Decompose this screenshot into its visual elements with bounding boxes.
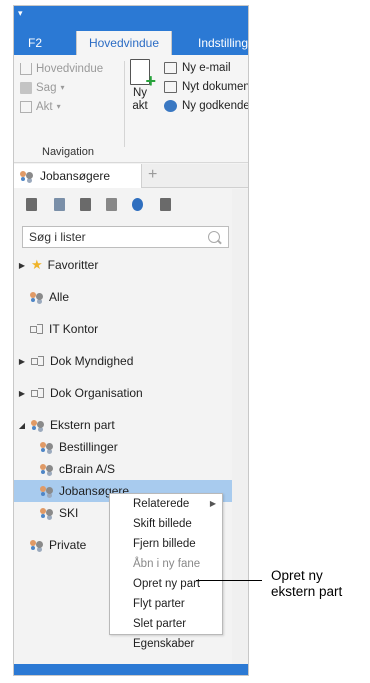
context-menu: Relaterede ▶ Skift billede Fjern billede… [109, 493, 223, 650]
vertical-scrollbar[interactable] [232, 189, 248, 664]
people-icon [40, 441, 54, 453]
people-icon[interactable] [132, 198, 143, 211]
menu-item-fjern-billede[interactable]: Fjern billede [110, 534, 222, 554]
new-document-icon: + [130, 59, 156, 90]
ribbon-separator [124, 61, 125, 147]
nav-akt-button[interactable]: Akt ▾ [20, 99, 61, 115]
add-tab-button[interactable]: + [148, 166, 157, 184]
new-document-button[interactable]: Nyt dokument [164, 78, 248, 96]
people-icon [30, 291, 44, 303]
mail-stack-icon[interactable] [106, 198, 117, 211]
people-icon [40, 485, 54, 497]
document-add-icon [164, 81, 177, 93]
submenu-arrow-icon: ▶ [209, 499, 216, 508]
new-email-button[interactable]: Ny e-mail [164, 59, 231, 77]
org-unit-icon [31, 388, 45, 398]
status-bar [14, 664, 248, 675]
menu-item-slet-parter[interactable]: Slet parter [110, 614, 222, 634]
chevron-down-icon: ▾ [56, 102, 61, 111]
star-icon: ★ [31, 257, 43, 272]
list-icon[interactable] [80, 198, 91, 211]
callout-line [196, 580, 262, 581]
tab-hovedvindue[interactable]: Hovedvindue [76, 31, 172, 55]
people-icon [30, 539, 44, 551]
collapse-arrow-icon[interactable]: ◢ [18, 421, 26, 430]
people-icon [40, 507, 54, 519]
tree-item-alle[interactable]: Alle [30, 287, 69, 307]
document-icon [20, 101, 32, 113]
menu-item-egenskaber[interactable]: Egenskaber [110, 634, 222, 654]
menu-item-opret-ny-part[interactable]: Opret ny part [110, 574, 222, 594]
tree-item-private[interactable]: Private [30, 535, 86, 555]
menu-item-relaterede[interactable]: Relaterede ▶ [110, 494, 222, 514]
people-icon [20, 170, 34, 182]
tree-item-dok-organisation[interactable]: ▶ Dok Organisation [18, 383, 143, 403]
navigation-group-label: Navigation [42, 146, 94, 158]
panel-tabs: Jobansøgere + [14, 164, 248, 188]
people-icon [40, 463, 54, 475]
expand-arrow-icon[interactable]: ▶ [18, 389, 26, 398]
expand-arrow-icon[interactable]: ▶ [18, 357, 26, 366]
menu-item-flyt-parter[interactable]: Flyt parter [110, 594, 222, 614]
nav-hovedvindue-button[interactable]: Hovedvindue [20, 61, 103, 77]
tab-f2[interactable]: F2 [20, 31, 50, 55]
title-bar: ▾ [14, 6, 248, 31]
ribbon-tabs: F2 Hovedvindue Indstillinger [14, 31, 248, 55]
tree-item-ski[interactable]: SKI [40, 503, 78, 523]
search-input[interactable]: Søg i lister [23, 230, 208, 244]
ribbon: Hovedvindue Sag ▾ Akt ▾ Navigation + Ny … [14, 55, 248, 163]
tab-indstillinger[interactable]: Indstillinger [190, 31, 248, 55]
new-act-button[interactable]: + Ny akt [126, 59, 156, 113]
search-box[interactable]: Søg i lister [22, 226, 229, 248]
people-icon [31, 419, 45, 431]
menu-item-abn-i-ny-fane: Åbn i ny fane [133, 558, 201, 570]
home-icon [20, 63, 32, 75]
menu-item-skift-billede[interactable]: Skift billede [110, 514, 222, 534]
tree-item-bestillinger[interactable]: Bestillinger [40, 437, 118, 457]
expand-arrow-icon[interactable]: ▶ [18, 261, 26, 270]
tree-item-it-kontor[interactable]: IT Kontor [30, 319, 98, 339]
quick-access-dropdown[interactable]: ▾ [18, 8, 23, 19]
case-icon [20, 82, 32, 94]
approval-icon [164, 100, 177, 112]
callout-label: Opret ny ekstern part [271, 568, 343, 599]
app-window: ▾ F2 Hovedvindue Indstillinger Hovedvind… [13, 5, 249, 676]
email-icon [164, 62, 177, 74]
tree-item-cbrain[interactable]: cBrain A/S [40, 459, 115, 479]
search-icon[interactable] [208, 231, 220, 243]
list-toolbar [14, 196, 248, 216]
folder-icon[interactable] [160, 198, 171, 211]
new-approval-button[interactable]: Ny godkendelse [164, 97, 248, 115]
org-chart-icon[interactable] [54, 198, 65, 211]
org-unit-icon [31, 356, 45, 366]
org-unit-icon [30, 324, 44, 334]
tree-item-ekstern-part[interactable]: ◢ Ekstern part [18, 415, 115, 435]
tree-item-dok-myndighed[interactable]: ▶ Dok Myndighed [18, 351, 133, 371]
tab-jobansogere[interactable]: Jobansøgere [14, 164, 142, 188]
chevron-down-icon: ▾ [60, 83, 65, 92]
nav-sag-button[interactable]: Sag ▾ [20, 80, 64, 96]
tree-item-favoritter[interactable]: ▶ ★ Favoritter [18, 255, 98, 275]
document-icon[interactable] [26, 198, 37, 211]
